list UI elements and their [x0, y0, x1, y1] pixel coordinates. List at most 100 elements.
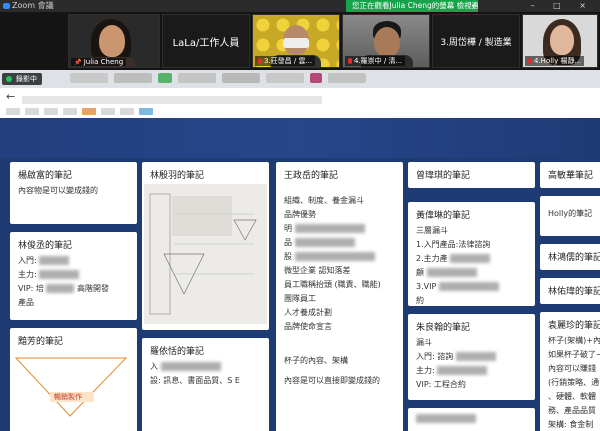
browser-tab[interactable] [70, 73, 108, 83]
card-title: 曾瑋琪的筆記 [416, 171, 471, 181]
browser-tab[interactable] [266, 73, 304, 83]
participant-display-name: LaLa/工作人員 [172, 37, 240, 49]
browser-tab[interactable] [222, 73, 260, 83]
participant-tile[interactable]: 3.周岱樺 / 製造業 [432, 14, 520, 68]
note-card[interactable]: 袁麗珍的筆記 杯子(架構)+內 如果杯子破了~ 內容可以賺錢 (行銷策略、通 、… [540, 312, 600, 431]
participant-tile[interactable]: 4.Holly 楊靜... [522, 14, 598, 68]
card-text: 品 [276, 236, 403, 250]
card-text: 組織、制度、養金漏斗 [284, 196, 364, 205]
mic-muted-icon [258, 58, 262, 64]
card-title: 林鴻儒的筆記 [548, 253, 600, 263]
note-card[interactable]: 王政岳的筆記 組織、制度、養金漏斗 品牌優勢 明 品 股 微型企業 認知落差 員… [276, 162, 403, 431]
funnel-label: 暢銷製作 [54, 393, 82, 401]
participant-name: 4.Holly 楊靜... [525, 56, 585, 66]
participant-tile[interactable]: 3.莊發昌 / 雲... [252, 14, 340, 68]
card-text: 明 [276, 222, 403, 236]
participant-name: 3.莊發昌 / 雲... [255, 56, 316, 66]
bookmark[interactable] [101, 108, 115, 115]
card-text: 內容是可以直接即變成錢的 [284, 376, 380, 385]
bookmark[interactable] [63, 108, 77, 115]
card-text: 如果杯子破了~ [548, 350, 600, 359]
note-card[interactable]: 黃偉琳的筆記 三層漏斗 1.入門產品:法律諮詢 2.主力產 顧 3.VIP 約 [408, 202, 535, 306]
card-title: 林殷羽的筆記 [150, 171, 205, 181]
participant-face [374, 27, 400, 57]
card-text: 、硬體、軟體 [548, 392, 596, 401]
note-card[interactable]: 朱良翰的筆記 漏斗 入門: 諮詢 主力: VIP: 工程合約 [408, 314, 535, 400]
tab-bar: 錄影中 [0, 70, 600, 88]
card-text: 內容物是可以變成錢的 [18, 186, 98, 195]
note-card[interactable]: 楊啟富的筆記 內容物是可以變成錢的 [10, 162, 137, 224]
card-title: 黃偉琳的筆記 [416, 211, 471, 221]
card-text: 設: 訊息、書面品質、S E [150, 376, 240, 385]
card-text: 顧 [408, 266, 535, 280]
url-field[interactable] [22, 96, 322, 104]
note-card[interactable] [408, 408, 535, 431]
card-title: 朱良翰的筆記 [416, 323, 471, 333]
note-card[interactable]: Holly的筆記 [540, 196, 600, 236]
card-text: 漏斗 [416, 338, 432, 347]
browser-tab[interactable] [114, 73, 152, 83]
mic-muted-icon [528, 58, 532, 64]
note-card[interactable]: 高敏華筆記 [540, 162, 600, 188]
zoom-window: Zoom 會議 您正在觀看Julia Cheng的螢幕 檢視選項 ▾ – □ ×… [0, 0, 600, 431]
card-text: 員工職稱抬頭 (職責、職能) [284, 280, 381, 289]
card-text: 三層漏斗 [416, 226, 448, 235]
note-card[interactable]: 曾瑋琪的筆記 [408, 162, 535, 188]
note-card[interactable]: 林俊丞的筆記 入門: 主力: VIP: 培 高階開發 產品 [10, 232, 137, 320]
note-card[interactable]: 羅依恬的筆記 入 設: 訊息、書面品質、S E [142, 338, 269, 431]
view-options-banner[interactable]: 您正在觀看Julia Cheng的螢幕 檢視選項 ▾ [346, 0, 478, 12]
note-card[interactable]: 黯芳的筆記 暢銷製作 [10, 328, 137, 431]
back-arrow-icon[interactable]: ← [6, 90, 15, 103]
bookmark[interactable] [6, 108, 20, 115]
card-text: 股 [276, 250, 403, 264]
card-text: Holly的筆記 [548, 209, 593, 218]
card-text: 主力: [408, 364, 535, 378]
note-card[interactable]: 林佑瑋的筆記 [540, 278, 600, 304]
browser-chrome: 錄影中 ← [0, 70, 600, 118]
note-card[interactable]: 林鴻儒的筆記 [540, 244, 600, 270]
note-card[interactable]: 林殷羽的筆記 [142, 162, 269, 330]
card-title: 林俊丞的筆記 [18, 241, 73, 251]
card-text: 品牌使命宣言 [284, 322, 332, 331]
board-header [0, 118, 600, 158]
card-text: 入門: [10, 254, 137, 268]
browser-tab[interactable] [158, 73, 172, 83]
card-text: 主力: [10, 268, 137, 282]
card-text: 約 [416, 296, 424, 305]
browser-tab[interactable] [310, 73, 322, 83]
card-text: 入 [142, 360, 269, 374]
view-banner-text: 您正在觀看Julia Cheng的螢幕 [352, 1, 455, 10]
recording-indicator[interactable]: 錄影中 [2, 73, 42, 85]
card-title: 羅依恬的筆記 [150, 347, 205, 357]
bookmark[interactable] [25, 108, 39, 115]
participant-tile[interactable]: 4.羅崇中 / 清... [342, 14, 430, 68]
zoom-titlebar: Zoom 會議 您正在觀看Julia Cheng的螢幕 檢視選項 ▾ – □ × [0, 0, 600, 12]
browser-tab[interactable] [328, 73, 366, 83]
participant-face [550, 25, 574, 55]
bookmark[interactable] [139, 108, 153, 115]
participant-tile[interactable]: 📌 Julia Cheng [68, 14, 160, 68]
bookmark[interactable] [44, 108, 58, 115]
card-text: 杯子(架構)+內 [548, 336, 600, 345]
participant-face [99, 25, 125, 57]
browser-tab[interactable] [178, 73, 216, 83]
sketch-svg [149, 193, 257, 315]
card-text: 產品 [18, 298, 34, 307]
participant-strip: 📌 Julia Cheng LaLa/工作人員 3.莊發昌 / 雲... 4.羅… [0, 12, 600, 70]
app-title: Zoom 會議 [12, 1, 54, 10]
card-title: 林佑瑋的筆記 [548, 287, 600, 297]
padlet-board: 楊啟富的筆記 內容物是可以變成錢的 林俊丞的筆記 入門: 主力: VIP: 培 … [0, 118, 600, 431]
funnel-svg [14, 357, 128, 417]
bookmark[interactable] [82, 108, 96, 115]
mask [283, 38, 309, 48]
card-text: (行銷策略、通 [548, 378, 600, 387]
window-controls[interactable]: – □ × [531, 0, 594, 12]
address-bar: ← [0, 88, 600, 118]
participant-tile[interactable]: LaLa/工作人員 [162, 14, 250, 68]
card-text: 務、產品品質 [548, 406, 596, 415]
card-text: 微型企業 認知落差 [284, 266, 351, 275]
card-title [408, 408, 535, 427]
card-title: 袁麗珍的筆記 [548, 321, 600, 331]
bookmark[interactable] [120, 108, 134, 115]
card-text: 3.VIP [408, 280, 535, 294]
